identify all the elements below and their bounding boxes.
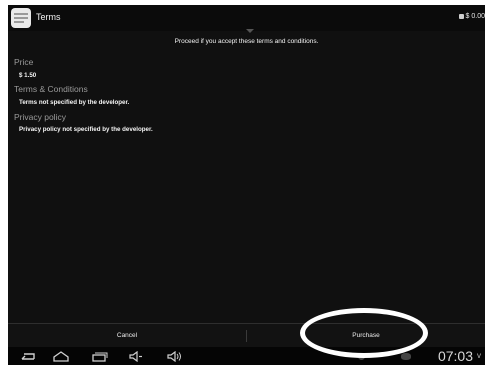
battery-icon [401,353,411,360]
cancel-button[interactable]: Cancel [8,324,246,348]
privacy-value: Privacy policy not specified by the deve… [19,126,153,133]
volume-up-icon[interactable] [166,351,184,362]
recent-apps-icon[interactable] [90,351,108,362]
action-bar: Terms $ 0.00 [8,5,485,31]
price-label: Price [14,57,34,67]
terms-label: Terms & Conditions [14,84,88,94]
screen: Terms $ 0.00 Proceed if you accept these… [8,5,485,365]
home-icon[interactable] [52,351,70,362]
app-icon[interactable] [11,8,31,28]
balance: $ 0.00 [458,13,485,20]
clock: 07:03 [437,348,473,364]
highlight-circle [300,308,428,358]
wallet-icon [458,14,464,19]
caret-icon [246,29,254,33]
volume-down-icon[interactable] [128,351,144,362]
system-nav-bar: 07:03 v [8,347,485,365]
balance-value: $ 0.00 [465,13,485,20]
price-value: $ 1.50 [19,72,37,79]
privacy-label: Privacy policy [14,112,66,122]
app-title: Terms [36,12,61,22]
notice: Proceed if you accept these terms and co… [174,38,319,45]
back-icon[interactable] [18,351,36,362]
wifi-indicator: v [477,351,481,360]
terms-value: Terms not specified by the developer. [19,99,130,106]
